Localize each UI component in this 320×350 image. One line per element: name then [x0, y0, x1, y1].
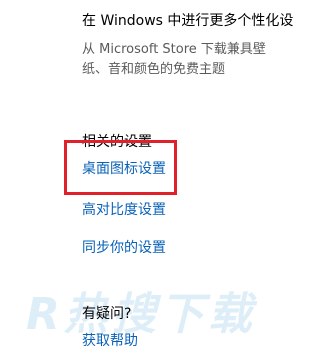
- high-contrast-settings-link[interactable]: 高对比度设置: [82, 199, 166, 219]
- highlight-box: [64, 140, 177, 195]
- personalize-heading: 在 Windows 中进行更多个性化设: [82, 13, 294, 29]
- personalize-description: 从 Microsoft Store 下载兼具壁纸、音和颜色的免费主题: [82, 42, 266, 77]
- get-help-link[interactable]: 获取帮助: [82, 330, 138, 350]
- watermark-logo: R热搜下载: [26, 289, 256, 340]
- sync-settings-link[interactable]: 同步你的设置: [82, 237, 166, 257]
- help-title: 有疑问?: [82, 306, 132, 322]
